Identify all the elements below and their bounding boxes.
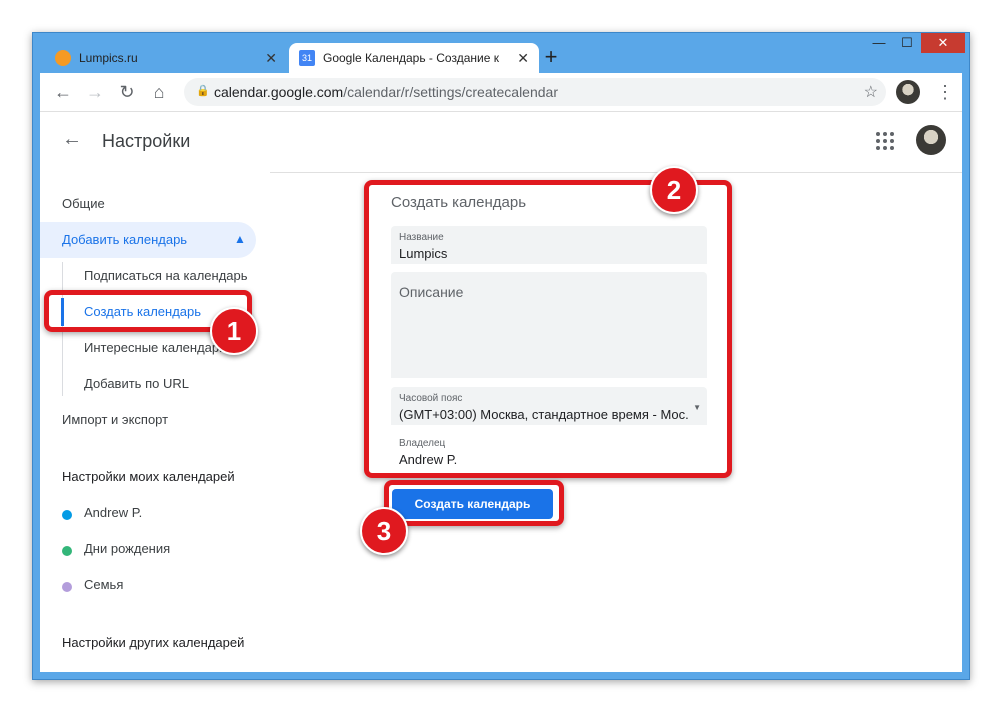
forward-icon[interactable]: → [82, 79, 108, 105]
back-arrow-icon[interactable]: ← [62, 128, 82, 151]
highlight-frame-2 [364, 180, 732, 478]
sidebar-item-add-url[interactable]: Добавить по URL [84, 376, 189, 391]
url-domain: calendar.google.com [214, 84, 344, 100]
back-icon[interactable]: ← [50, 79, 76, 105]
calendar-color-dot [62, 546, 72, 556]
sidebar-item-label: Добавить календарь [62, 232, 188, 247]
page-title: Настройки [102, 131, 191, 151]
tab-google-calendar[interactable]: 31 Google Календарь - Создание к ✕ [289, 43, 539, 73]
new-tab-button[interactable]: + [539, 45, 563, 69]
close-icon[interactable]: ✕ [265, 50, 277, 67]
menu-icon[interactable]: ⋮ [932, 79, 958, 105]
calendar-color-dot [62, 510, 72, 520]
sidebar-item-general[interactable]: Общие [62, 196, 105, 211]
settings-sidebar: Общие Добавить календарь ▲ Подписаться н… [40, 172, 270, 672]
app-header: ← Настройки [40, 112, 962, 172]
highlight-frame-3 [384, 480, 564, 526]
maximize-button[interactable]: ☐ [893, 33, 921, 53]
home-icon[interactable]: ⌂ [146, 79, 172, 105]
url-text: calendar.google.com/calendar/r/settings/… [214, 84, 558, 100]
my-calendars-header[interactable]: Настройки моих календарей [62, 469, 235, 484]
calendar-color-dot [62, 582, 72, 592]
url-path: /calendar/r/settings/createcalendar [343, 84, 558, 100]
sidebar-item-import-export[interactable]: Импорт и экспорт [62, 412, 168, 427]
chevron-up-icon[interactable]: ▲ [234, 232, 246, 246]
window-close-button[interactable]: ✕ [921, 33, 965, 53]
sidebar-calendar-andrew[interactable]: Andrew P. [84, 505, 142, 520]
tab-title: Google Календарь - Создание к [323, 51, 499, 65]
minimize-button[interactable]: — [865, 33, 893, 53]
profile-avatar[interactable] [896, 80, 920, 104]
lumpics-favicon-icon [55, 50, 71, 66]
sidebar-calendar-family[interactable]: Семья [84, 577, 123, 592]
sidebar-item-subscribe[interactable]: Подписаться на календарь [84, 268, 248, 283]
address-bar[interactable]: 🔒 calendar.google.com/calendar/r/setting… [184, 78, 886, 106]
browser-toolbar: ← → ↻ ⌂ 🔒 calendar.google.com/calendar/r… [40, 73, 962, 112]
close-icon[interactable]: ✕ [517, 50, 529, 67]
reload-icon[interactable]: ↻ [114, 79, 140, 105]
sidebar-item-add-calendar[interactable]: Добавить календарь ▲ [40, 222, 256, 258]
header-divider [270, 172, 962, 173]
sidebar-item-interesting[interactable]: Интересные календари [84, 340, 226, 355]
sidebar-calendar-birthdays[interactable]: Дни рождения [84, 541, 170, 556]
step-badge-2: 2 [650, 166, 698, 214]
tab-title: Lumpics.ru [79, 51, 138, 65]
step-badge-3: 3 [360, 507, 408, 555]
tab-strip: Lumpics.ru ✕ 31 Google Календарь - Созда… [33, 33, 969, 73]
tab-lumpics[interactable]: Lumpics.ru ✕ [45, 43, 287, 73]
step-badge-1: 1 [210, 307, 258, 355]
apps-grid-icon[interactable] [876, 132, 894, 150]
other-calendars-header[interactable]: Настройки других календарей [62, 635, 244, 650]
lock-icon: 🔒 [196, 85, 210, 97]
account-avatar[interactable] [916, 125, 946, 155]
calendar-favicon-icon: 31 [299, 50, 315, 66]
bookmark-star-icon[interactable]: ☆ [864, 82, 878, 102]
